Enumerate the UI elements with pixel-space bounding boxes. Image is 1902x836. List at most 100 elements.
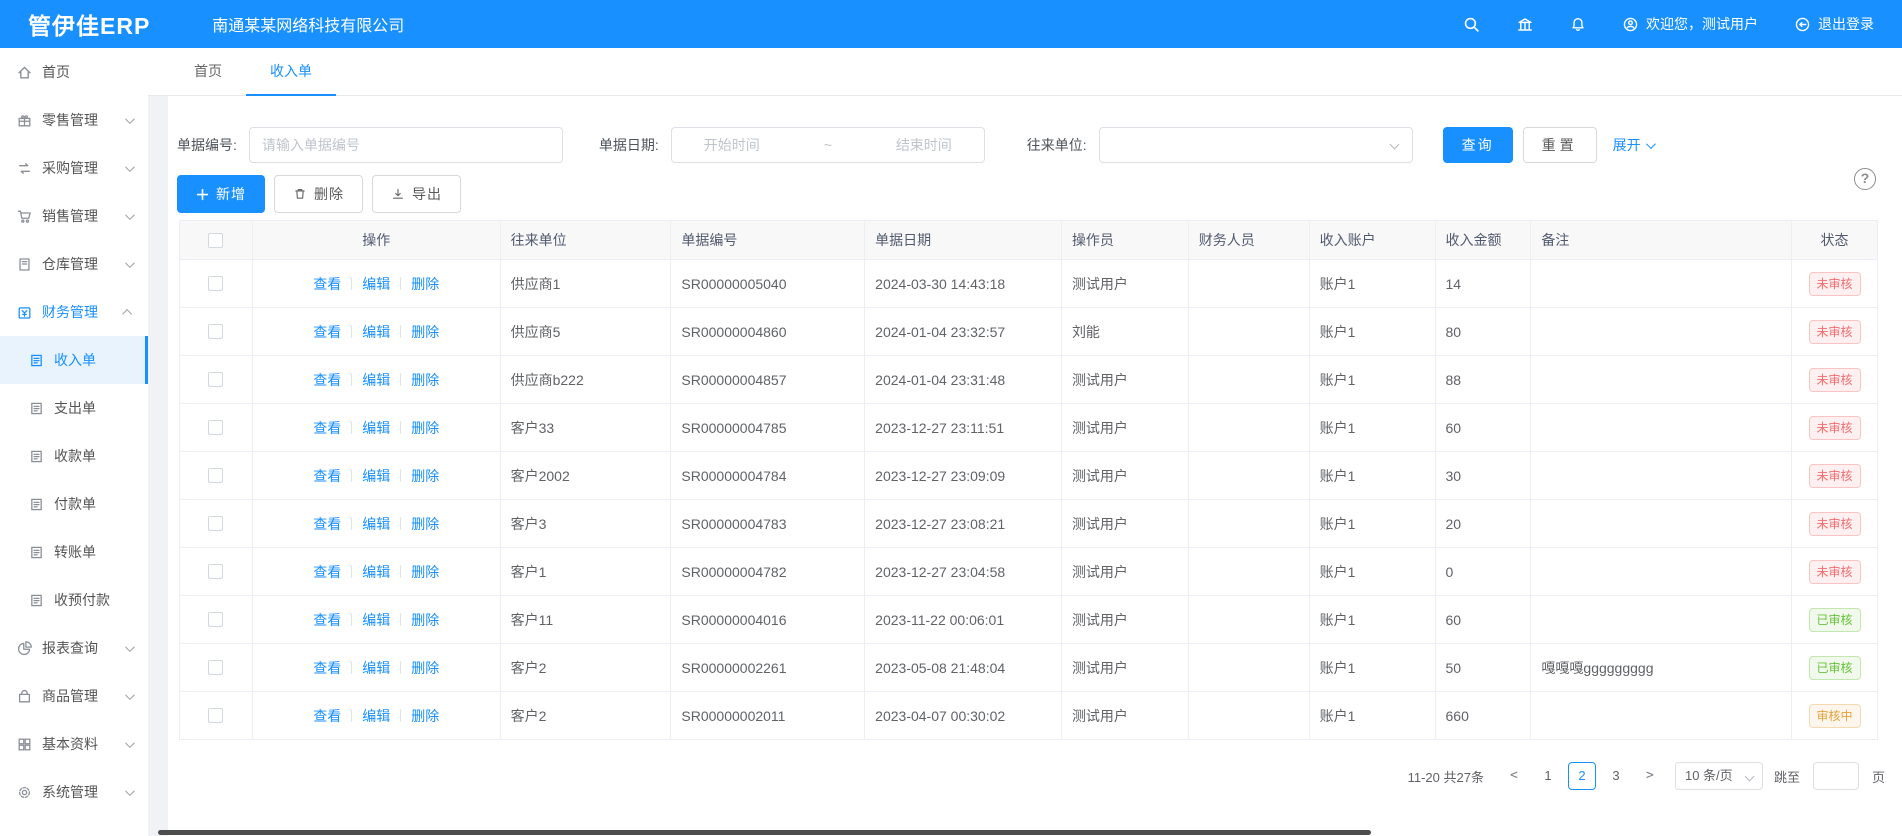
delete-link[interactable]: 删除 [411, 274, 439, 294]
bank-icon[interactable] [1516, 16, 1534, 33]
row-checkbox[interactable] [208, 660, 223, 675]
delete-link[interactable]: 删除 [411, 466, 439, 486]
search-icon[interactable] [1463, 16, 1480, 33]
row-checkbox[interactable] [208, 612, 223, 627]
operator-cell: 测试用户 [1062, 452, 1189, 499]
divider [351, 469, 352, 482]
sidebar-item-income-bill[interactable]: 收入单 [0, 336, 148, 384]
row-checkbox[interactable] [208, 324, 223, 339]
select-all-checkbox[interactable] [208, 233, 223, 248]
edit-link[interactable]: 编辑 [362, 322, 390, 342]
sidebar-item-finance[interactable]: 财务管理 [0, 288, 148, 336]
edit-link[interactable]: 编辑 [362, 466, 390, 486]
delete-link[interactable]: 删除 [411, 610, 439, 630]
page-size-select[interactable]: 10 条/页 [1675, 762, 1763, 790]
delete-link[interactable]: 删除 [411, 370, 439, 390]
view-link[interactable]: 查看 [313, 562, 341, 582]
sidebar-item-sales[interactable]: 销售管理 [0, 192, 148, 240]
sidebar-item-transfer-bill[interactable]: 转账单 [0, 528, 148, 576]
bill-no-input[interactable] [249, 127, 563, 163]
delete-link[interactable]: 删除 [411, 418, 439, 438]
operator-cell: 测试用户 [1062, 260, 1189, 307]
partner-select[interactable] [1099, 127, 1413, 163]
reset-button[interactable]: 重置 [1523, 127, 1597, 163]
sidebar-item-purchase[interactable]: 采购管理 [0, 144, 148, 192]
next-page-button[interactable]: > [1636, 762, 1664, 790]
delete-link[interactable]: 删除 [411, 322, 439, 342]
prev-page-button[interactable]: < [1500, 762, 1528, 790]
status-badge: 未审核 [1809, 560, 1861, 584]
delete-button-label: 删除 [314, 184, 344, 204]
bell-icon[interactable] [1570, 16, 1586, 33]
sidebar-item-label: 零售管理 [42, 110, 98, 130]
row-checkbox[interactable] [208, 516, 223, 531]
edit-link[interactable]: 编辑 [362, 658, 390, 678]
sidebar-item-system[interactable]: 系统管理 [0, 768, 148, 816]
view-link[interactable]: 查看 [313, 658, 341, 678]
row-checkbox[interactable] [208, 708, 223, 723]
delete-link[interactable]: 删除 [411, 562, 439, 582]
add-button[interactable]: 新增 [177, 175, 265, 213]
page-button-2[interactable]: 2 [1568, 762, 1596, 790]
divider [351, 661, 352, 674]
row-checkbox[interactable] [208, 564, 223, 579]
logout-button[interactable]: 退出登录 [1794, 14, 1874, 34]
row-checkbox[interactable] [208, 420, 223, 435]
horizontal-scrollbar[interactable] [158, 830, 1371, 835]
delete-link[interactable]: 删除 [411, 706, 439, 726]
table-row: 查看 编辑 删除 客户2002 SR00000004784 2023-12-27… [180, 451, 1877, 499]
sidebar-item-advance-receipt[interactable]: 收预付款 [0, 576, 148, 624]
export-button[interactable]: 导出 [372, 175, 461, 213]
tab-home[interactable]: 首页 [170, 48, 246, 96]
sidebar-item-receipt-bill[interactable]: 收款单 [0, 432, 148, 480]
view-link[interactable]: 查看 [313, 610, 341, 630]
page-button-3[interactable]: 3 [1602, 762, 1630, 790]
table-row: 查看 编辑 删除 客户3 SR00000004783 2023-12-27 23… [180, 499, 1877, 547]
sidebar-item-warehouse[interactable]: 仓库管理 [0, 240, 148, 288]
row-checkbox[interactable] [208, 372, 223, 387]
view-link[interactable]: 查看 [313, 322, 341, 342]
divider [351, 325, 352, 338]
edit-link[interactable]: 编辑 [362, 274, 390, 294]
expand-link[interactable]: 展开 [1613, 135, 1653, 155]
help-button[interactable]: ? [1854, 168, 1876, 190]
search-button[interactable]: 查询 [1443, 127, 1513, 163]
sidebar-item-basic-data[interactable]: 基本资料 [0, 720, 148, 768]
edit-link[interactable]: 编辑 [362, 562, 390, 582]
sidebar-item-home[interactable]: 首页 [0, 48, 148, 96]
row-checkbox[interactable] [208, 468, 223, 483]
sidebar-item-reports[interactable]: 报表查询 [0, 624, 148, 672]
view-link[interactable]: 查看 [313, 370, 341, 390]
partner-cell: 客户3 [501, 500, 672, 547]
jump-page-input[interactable] [1813, 762, 1859, 790]
edit-link[interactable]: 编辑 [362, 418, 390, 438]
view-link[interactable]: 查看 [313, 466, 341, 486]
warehouse-icon [16, 256, 33, 273]
edit-link[interactable]: 编辑 [362, 370, 390, 390]
finance-icon [16, 304, 33, 321]
delete-button[interactable]: 删除 [274, 175, 363, 213]
delete-link[interactable]: 删除 [411, 514, 439, 534]
welcome-user[interactable]: 欢迎您，测试用户 [1622, 14, 1758, 34]
sidebar-item-retail[interactable]: 零售管理 [0, 96, 148, 144]
bill-date-cell: 2023-12-27 23:11:51 [865, 404, 1062, 451]
sidebar-item-goods[interactable]: 商品管理 [0, 672, 148, 720]
page-button-1[interactable]: 1 [1534, 762, 1562, 790]
date-range-input[interactable]: 开始时间 ~ 结束时间 [671, 127, 985, 163]
sidebar-item-label: 销售管理 [42, 206, 98, 226]
sidebar-item-expense-bill[interactable]: 支出单 [0, 384, 148, 432]
tab-income-bill[interactable]: 收入单 [246, 48, 336, 96]
view-link[interactable]: 查看 [313, 418, 341, 438]
sidebar-item-payment-bill[interactable]: 付款单 [0, 480, 148, 528]
logout-icon [1794, 16, 1811, 33]
view-link[interactable]: 查看 [313, 274, 341, 294]
edit-link[interactable]: 编辑 [362, 610, 390, 630]
sidebar-item-label: 系统管理 [42, 782, 98, 802]
view-link[interactable]: 查看 [313, 514, 341, 534]
plus-icon [196, 188, 209, 201]
edit-link[interactable]: 编辑 [362, 706, 390, 726]
delete-link[interactable]: 删除 [411, 658, 439, 678]
row-checkbox[interactable] [208, 276, 223, 291]
view-link[interactable]: 查看 [313, 706, 341, 726]
edit-link[interactable]: 编辑 [362, 514, 390, 534]
